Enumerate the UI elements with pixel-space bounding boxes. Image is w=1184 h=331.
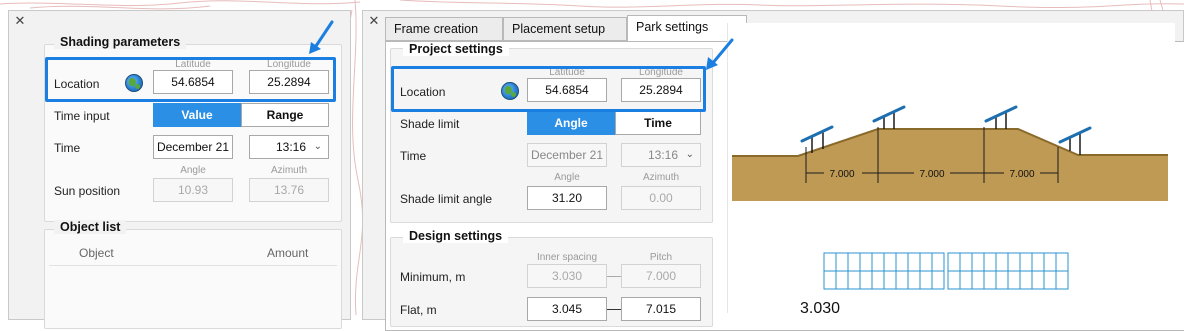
- time-dropdown: 13:16 ⌄: [621, 143, 701, 167]
- sun-position-label: Sun position: [54, 184, 121, 198]
- azimuth-caption: Azimuth: [642, 172, 680, 183]
- flat-pitch-field[interactable]: 7.015: [621, 297, 701, 321]
- azimuth-caption: Azimuth: [270, 165, 308, 176]
- panel-array-top-view: [823, 252, 1069, 331]
- angle-caption: Angle: [180, 165, 206, 176]
- time-input-label: Time input: [54, 109, 110, 123]
- azimuth-field: 0.00: [621, 186, 701, 210]
- shade-limit-label: Shade limit: [400, 117, 460, 131]
- longitude-field[interactable]: 25.2894: [249, 70, 329, 94]
- date-field: December 21: [527, 143, 607, 167]
- minimum-pitch-field: 7.000: [621, 264, 701, 288]
- sun-azimuth-field: 13.76: [249, 178, 329, 202]
- time-label: Time: [400, 149, 427, 163]
- pitch-caption: Pitch: [649, 252, 673, 263]
- design-settings-title: Design settings: [403, 229, 509, 243]
- tab-placement-setup[interactable]: Placement setup: [503, 17, 627, 41]
- close-icon[interactable]: ✕: [12, 13, 28, 29]
- longitude-field[interactable]: 25.2894: [621, 78, 701, 102]
- longitude-caption: Longitude: [639, 67, 683, 78]
- time-value: 13:16: [648, 148, 679, 162]
- minimum-label: Minimum, m: [400, 270, 466, 284]
- minimum-inner-spacing-field: 3.030: [527, 264, 607, 288]
- chevron-down-icon: ⌄: [313, 141, 322, 152]
- time-dropdown[interactable]: 13:16 ⌄: [249, 135, 329, 159]
- right-panel: ✕ Frame creation Placement setup Park se…: [362, 10, 1184, 331]
- spacing-label-1: 7.000: [829, 169, 854, 180]
- latitude-caption: Latitude: [175, 59, 211, 70]
- shade-limit-angle-toggle[interactable]: Angle: [527, 111, 615, 135]
- time-input-value-toggle[interactable]: Value: [153, 103, 241, 127]
- column-divider: [49, 265, 337, 266]
- chevron-down-icon: ⌄: [685, 149, 694, 160]
- terrain-cross-section: 7.000 7.000 7.000 3.030: [732, 105, 1168, 331]
- shade-limit-angle-field[interactable]: 31.20: [527, 186, 607, 210]
- object-column-header[interactable]: Object: [79, 246, 114, 260]
- spacing-label-2: 7.000: [919, 169, 944, 180]
- sun-angle-field: 10.93: [153, 178, 233, 202]
- longitude-caption: Longitude: [267, 59, 311, 70]
- project-settings-title: Project settings: [403, 42, 509, 56]
- object-list-title: Object list: [54, 220, 127, 234]
- flat-inner-spacing-field[interactable]: 3.045: [527, 297, 607, 321]
- tab-frame-creation[interactable]: Frame creation: [385, 17, 503, 41]
- link-line: [607, 309, 621, 310]
- layout-spacing-value: 3.030: [800, 300, 840, 313]
- spacing-label-3: 7.000: [1009, 169, 1034, 180]
- time-input-range-toggle[interactable]: Range: [241, 103, 329, 127]
- angle-caption: Angle: [554, 172, 580, 183]
- latitude-caption: Latitude: [549, 67, 585, 78]
- time-label: Time: [54, 141, 81, 155]
- latitude-field[interactable]: 54.6854: [153, 70, 233, 94]
- inner-spacing-caption: Inner spacing: [536, 252, 598, 263]
- shading-parameters-title: Shading parameters: [54, 35, 187, 49]
- globe-icon[interactable]: [501, 82, 519, 100]
- latitude-field[interactable]: 54.6854: [527, 78, 607, 102]
- park-diagram-area: 7.000 7.000 7.000 3.030: [727, 23, 1175, 331]
- amount-column-header[interactable]: Amount: [267, 246, 308, 260]
- time-value: 13:16: [276, 140, 307, 154]
- shade-limit-angle-label: Shade limit angle: [400, 192, 493, 206]
- location-label: Location: [54, 77, 100, 91]
- object-list-group: [44, 229, 342, 329]
- location-label: Location: [400, 85, 446, 99]
- shade-limit-time-toggle[interactable]: Time: [615, 111, 701, 135]
- left-panel: ✕ Shading parameters Latitude Longitude …: [8, 10, 351, 329]
- link-line: [607, 276, 621, 277]
- close-icon[interactable]: ✕: [366, 13, 382, 29]
- date-field[interactable]: December 21: [153, 135, 233, 159]
- globe-icon[interactable]: [125, 74, 143, 92]
